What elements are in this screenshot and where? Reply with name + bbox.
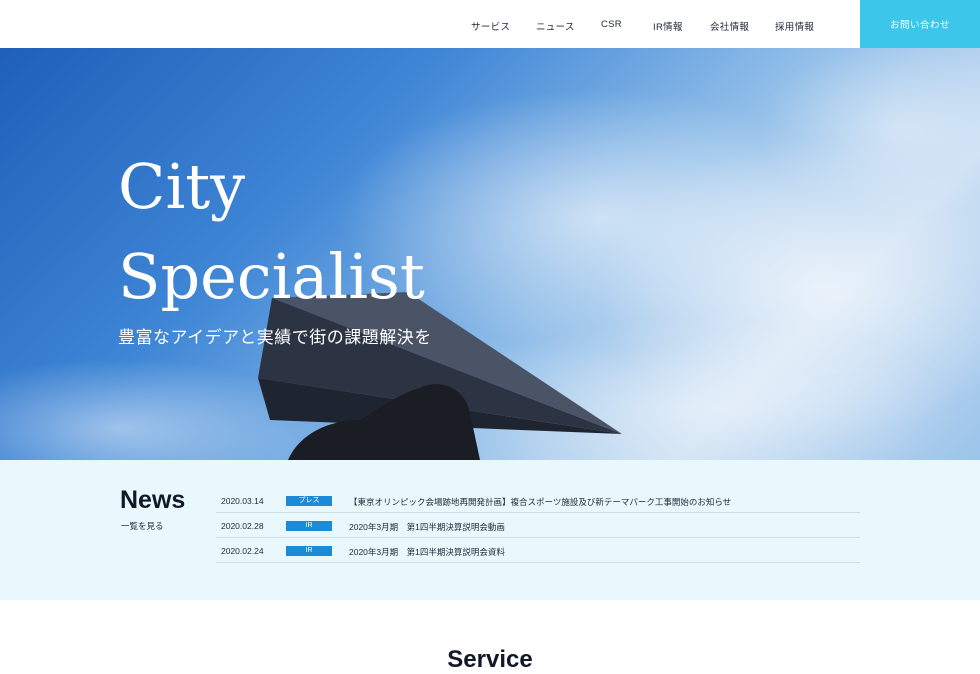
news-section: News 一覧を見る 2020.03.14 プレス 【東京オリンピック会場跡地再… — [0, 460, 980, 600]
news-date: 2020.03.14 — [221, 496, 264, 506]
nav-item-company[interactable]: 会社情報 — [710, 19, 749, 33]
hero-subtitle: 豊富なアイデアと実績で街の課題解決を — [118, 328, 432, 347]
news-date: 2020.02.28 — [221, 521, 264, 531]
hero-banner: City Specialist 豊富なアイデアと実績で街の課題解決を — [0, 48, 980, 460]
news-title[interactable]: 2020年3月期 第1四半期決算説明会動画 — [349, 521, 505, 533]
news-date: 2020.02.24 — [221, 546, 264, 556]
site-header: サービス ニュース CSR IR情報 会社情報 採用情報 お問い合わせ — [0, 0, 980, 48]
news-title[interactable]: 【東京オリンピック会場跡地再開発計画】複合スポーツ施設及び新テーマパーク工事開始… — [349, 496, 731, 508]
news-item[interactable]: 2020.03.14 プレス 【東京オリンピック会場跡地再開発計画】複合スポーツ… — [216, 488, 860, 513]
main-nav: サービス ニュース CSR IR情報 会社情報 採用情報 — [0, 0, 860, 48]
news-list: 2020.03.14 プレス 【東京オリンピック会場跡地再開発計画】複合スポーツ… — [216, 488, 860, 563]
news-item[interactable]: 2020.02.28 IR 2020年3月期 第1四半期決算説明会動画 — [216, 513, 860, 538]
hero-title: City Specialist — [118, 142, 425, 322]
news-category-badge: IR — [286, 521, 332, 531]
news-title[interactable]: 2020年3月期 第1四半期決算説明会資料 — [349, 546, 505, 558]
nav-item-csr[interactable]: CSR — [601, 19, 622, 30]
hero-title-line1: City — [118, 150, 246, 223]
news-heading: News — [120, 486, 186, 514]
nav-item-service[interactable]: サービス — [471, 19, 510, 33]
service-heading: Service — [447, 646, 533, 673]
news-category-badge: IR — [286, 546, 332, 556]
news-item[interactable]: 2020.02.24 IR 2020年3月期 第1四半期決算説明会資料 — [216, 538, 860, 563]
hero-title-line2: Specialist — [118, 240, 425, 313]
nav-item-recruit[interactable]: 採用情報 — [775, 19, 814, 33]
contact-button[interactable]: お問い合わせ — [860, 0, 980, 48]
nav-item-ir[interactable]: IR情報 — [653, 19, 683, 33]
news-view-all-link[interactable]: 一覧を見る — [121, 520, 164, 532]
news-category-badge: プレス — [286, 496, 332, 506]
nav-item-news[interactable]: ニュース — [536, 19, 575, 33]
